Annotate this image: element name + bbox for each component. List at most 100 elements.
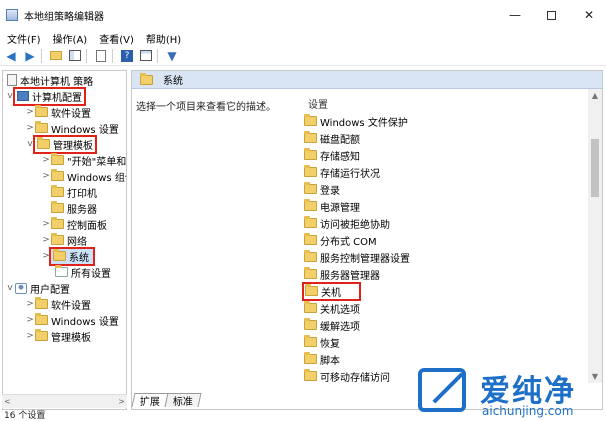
folder-icon (304, 199, 317, 211)
show-hide-tree-icon[interactable] (67, 48, 83, 64)
tree-windows-components[interactable]: > Windows 组件 (41, 168, 126, 184)
tab-extended[interactable]: 扩展 (131, 393, 169, 408)
scrollbar-thumb[interactable] (591, 139, 599, 197)
admin-templates-highlight: 管理模板 (33, 134, 97, 154)
all-settings-icon (55, 265, 68, 277)
folder-icon (51, 201, 64, 213)
folder-icon (304, 182, 317, 194)
tab-extended-label: 扩展 (139, 397, 160, 408)
folder-open-icon (37, 137, 50, 149)
menu-file[interactable]: 文件(F) (2, 31, 46, 46)
tree-system[interactable]: > 系统 (41, 246, 95, 266)
chevron-down-icon[interactable]: v (25, 139, 35, 149)
settings-item[interactable]: 访问被拒绝协助 (304, 215, 390, 231)
tree-user-config[interactable]: v 用户配置 (5, 280, 70, 296)
folder-icon (304, 250, 317, 262)
toolbar-divider (41, 48, 42, 63)
chevron-down-icon[interactable]: v (5, 91, 15, 101)
properties-icon[interactable] (138, 48, 154, 64)
folder-icon (51, 169, 64, 181)
toolbar-divider (86, 48, 87, 63)
settings-item[interactable]: Windows 文件保护 (304, 113, 408, 129)
tree-software-settings[interactable]: > 软件设置 (25, 104, 91, 120)
settings-item[interactable]: 缓解选项 (304, 317, 360, 333)
chevron-right-icon[interactable]: > (25, 123, 35, 133)
settings-item[interactable]: 关机选项 (304, 300, 360, 316)
tree-printers-label: 打印机 (67, 188, 97, 200)
tree-computer-config[interactable]: v 计算机配置 (5, 86, 86, 106)
tree-user-windows-settings[interactable]: > Windows 设置 (25, 312, 119, 328)
chevron-right-icon[interactable]: > (41, 171, 51, 181)
settings-item[interactable]: 存储运行状况 (304, 164, 380, 180)
settings-column-header[interactable]: 设置 (308, 96, 328, 111)
tab-standard[interactable]: 标准 (164, 393, 202, 408)
chevron-right-icon[interactable]: > (25, 331, 35, 341)
scroll-up-icon[interactable]: ▲ (588, 91, 602, 100)
settings-item[interactable]: 存储感知 (304, 147, 360, 163)
folder-icon (53, 249, 66, 261)
menu-action[interactable]: 操作(A) (48, 31, 93, 46)
settings-item[interactable]: 脚本 (304, 351, 340, 367)
filter-icon[interactable]: ▼ (164, 48, 180, 64)
forward-arrow-icon[interactable]: ▶ (22, 48, 38, 64)
settings-item[interactable]: 磁盘配额 (304, 130, 360, 146)
folder-icon (304, 114, 317, 126)
settings-item-label: 关机选项 (320, 304, 360, 316)
tree-network[interactable]: > 网络 (41, 232, 87, 248)
back-arrow-icon[interactable]: ◀ (3, 48, 19, 64)
folder-icon (35, 297, 48, 309)
computer-config-highlight: 计算机配置 (13, 86, 86, 106)
tree-user-software-settings[interactable]: > 软件设置 (25, 296, 91, 312)
chevron-right-icon[interactable]: > (41, 155, 51, 165)
settings-item-shutdown[interactable]: 关机 (302, 281, 361, 301)
settings-item[interactable]: 可移动存储访问 (304, 368, 390, 384)
details-vertical-scrollbar[interactable]: ▲ ▼ (588, 89, 602, 383)
settings-item-label: 分布式 COM (320, 236, 377, 248)
tree-windows-settings-label: Windows 设置 (51, 124, 119, 136)
tree-horizontal-scrollbar[interactable]: < > (2, 394, 127, 408)
folder-icon (51, 153, 64, 165)
tree-all-settings[interactable]: 所有设置 (55, 264, 111, 280)
tree-servers[interactable]: 服务器 (51, 200, 97, 216)
folder-icon (304, 369, 317, 381)
folder-icon (305, 284, 318, 296)
tree-start-menu[interactable]: > "开始"菜单和 (41, 152, 126, 168)
tree-printers[interactable]: 打印机 (51, 184, 97, 200)
help-icon[interactable]: ? (119, 48, 135, 64)
chevron-right-icon[interactable]: > (41, 251, 51, 261)
folder-icon (35, 329, 48, 341)
chevron-down-icon[interactable]: v (5, 283, 15, 293)
chevron-right-icon[interactable]: > (25, 315, 35, 325)
menu-view[interactable]: 查看(V) (94, 31, 139, 46)
settings-item[interactable]: 服务控制管理器设置 (304, 249, 410, 265)
tree-windows-settings[interactable]: > Windows 设置 (25, 120, 119, 136)
toolbar: ◀ ▶ ? ▼ (0, 46, 606, 66)
settings-item[interactable]: 电源管理 (304, 198, 360, 214)
settings-item[interactable]: 服务器管理器 (304, 266, 380, 282)
scroll-right-icon[interactable]: > (118, 397, 125, 406)
settings-item[interactable]: 恢复 (304, 334, 340, 350)
settings-item[interactable]: 登录 (304, 181, 340, 197)
tree-control-panel[interactable]: > 控制面板 (41, 216, 107, 232)
tree-servers-label: 服务器 (67, 204, 97, 216)
tree-user-admin-templates[interactable]: > 管理模板 (25, 328, 91, 344)
up-folder-icon[interactable] (48, 48, 64, 64)
export-list-icon[interactable] (93, 48, 109, 64)
settings-item-label: 存储运行状况 (320, 168, 380, 180)
chevron-right-icon[interactable]: > (25, 299, 35, 309)
settings-item[interactable]: 分布式 COM (304, 232, 377, 248)
chevron-right-icon[interactable]: > (41, 219, 51, 229)
tree-root[interactable]: 本地计算机 策略 (7, 72, 93, 88)
scroll-left-icon[interactable]: < (4, 397, 11, 406)
description-text: 选择一个项目来查看它的描述。 (136, 102, 276, 113)
tree-admin-templates[interactable]: v 管理模板 (25, 134, 97, 154)
user-icon (15, 282, 27, 294)
folder-icon (51, 185, 64, 197)
close-button[interactable]: ✕ (566, 0, 606, 30)
tree-root-label: 本地计算机 策略 (20, 76, 94, 88)
tree-network-label: 网络 (67, 236, 87, 248)
tree-user-windows-settings-label: Windows 设置 (51, 316, 119, 328)
chevron-right-icon[interactable]: > (41, 235, 51, 245)
chevron-right-icon[interactable]: > (25, 107, 35, 117)
menu-help[interactable]: 帮助(H) (141, 31, 186, 46)
